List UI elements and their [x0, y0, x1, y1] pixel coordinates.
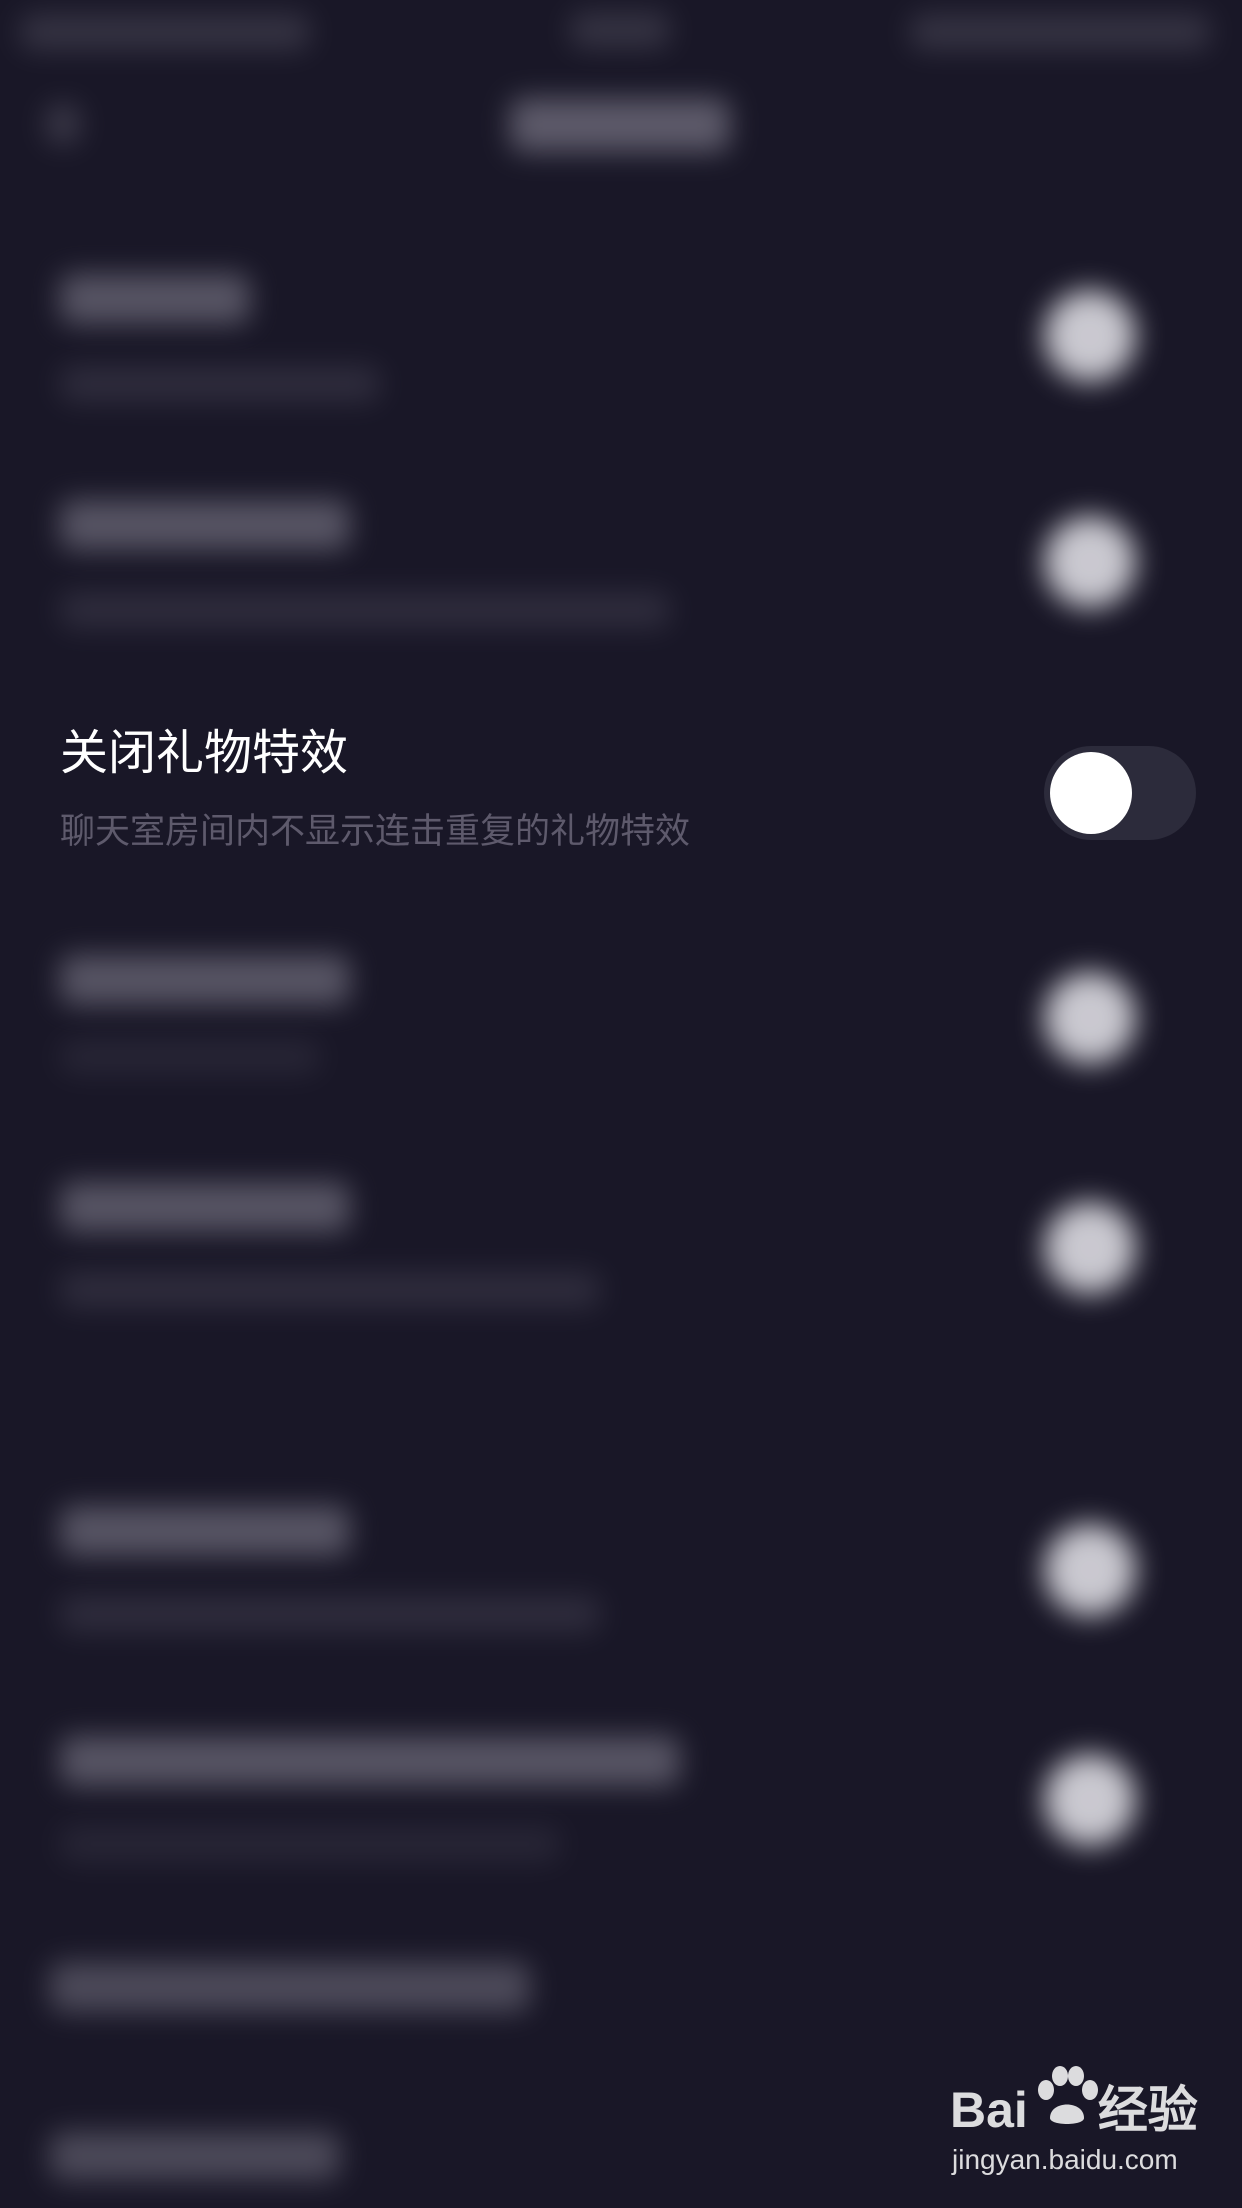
- setting-item-5-desc: [60, 1272, 600, 1308]
- setting-item-1-toggle[interactable]: [1044, 290, 1136, 382]
- setting-item-5-title: [60, 1182, 350, 1232]
- nav-title: [510, 98, 730, 152]
- gift-effects-toggle[interactable]: [1044, 746, 1196, 840]
- setting-item-7-toggle[interactable]: [1044, 1754, 1136, 1846]
- watermark-logo-left: Bai: [950, 2082, 1028, 2138]
- setting-item-6-toggle[interactable]: [1044, 1524, 1136, 1616]
- watermark-url: jingyan.baidu.com: [952, 2144, 1178, 2175]
- setting-item-2-desc: [60, 592, 670, 628]
- baidu-jingyan-watermark: Bai 经验 jingyan.baidu.com: [950, 2066, 1230, 2190]
- setting-item-7-desc: [60, 1826, 560, 1862]
- setting-item-1-desc: [60, 366, 380, 402]
- setting-item-6-title: [60, 1506, 350, 1556]
- status-bar-center: [570, 12, 670, 48]
- setting-item-gift-effects: 关闭礼物特效 聊天室房间内不显示连击重复的礼物特效: [0, 700, 1242, 890]
- setting-item-4-title: [60, 955, 350, 1005]
- setting-item-4-toggle[interactable]: [1044, 972, 1136, 1064]
- setting-item-4-desc: [60, 1040, 320, 1074]
- setting-description: 聊天室房间内不显示连击重复的礼物特效: [60, 812, 691, 852]
- setting-title: 关闭礼物特效: [60, 725, 349, 781]
- setting-item-8-title: [50, 1962, 530, 2012]
- setting-item-2-toggle[interactable]: [1044, 516, 1136, 608]
- toggle-knob: [1050, 752, 1132, 834]
- settings-screen: 关闭礼物特效 聊天室房间内不显示连击重复的礼物特效 Bai 经验 jingyan…: [0, 0, 1242, 2208]
- status-bar-time: [20, 14, 310, 50]
- setting-item-6-desc: [60, 1596, 600, 1632]
- back-icon[interactable]: [46, 104, 80, 144]
- setting-item-9-title: [50, 2132, 340, 2180]
- watermark-logo-right: 经验: [1097, 2082, 1198, 2138]
- setting-item-7-title: [60, 1736, 680, 1786]
- setting-item-1-title: [60, 274, 250, 324]
- setting-item-2-title: [60, 500, 350, 550]
- paw-icon: [1038, 2066, 1098, 2124]
- status-bar-right: [910, 14, 1210, 50]
- setting-item-5-toggle[interactable]: [1044, 1202, 1136, 1294]
